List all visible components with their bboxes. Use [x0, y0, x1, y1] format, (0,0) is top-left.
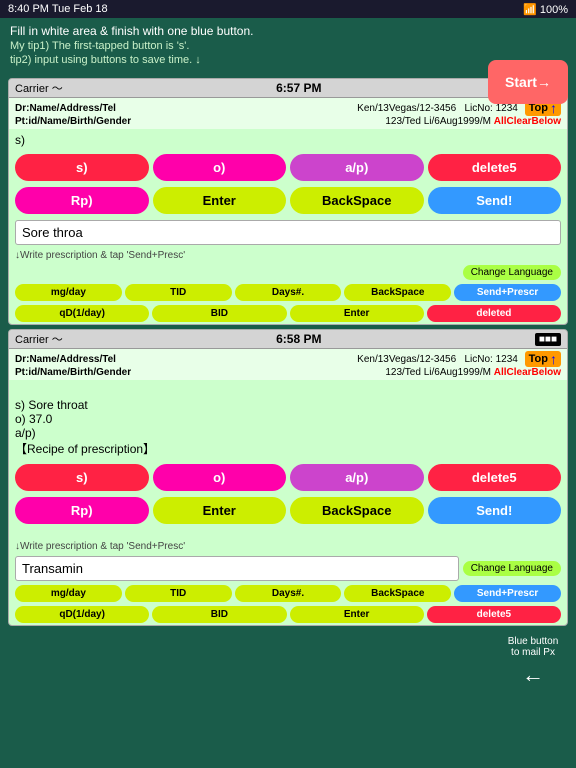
panel2-presc-label: ↓Write prescription & tap 'Send+Presc': [15, 541, 185, 552]
panel2-time: 6:58 PM: [276, 332, 321, 346]
panel2-enter-button[interactable]: Enter: [153, 497, 287, 524]
panel1-lic-label: LicNo:: [464, 103, 492, 114]
panel2-lic-value: 1234: [496, 354, 518, 365]
panel1-lic-value: 1234: [496, 103, 518, 114]
panel1-content: s): [9, 129, 567, 151]
blue-btn-info: Blue buttonto mail Px ←: [498, 636, 568, 688]
panel1-enter-button[interactable]: Enter: [153, 187, 287, 214]
panel2-lic-label: LicNo:: [464, 354, 492, 365]
panel2-wifi-icon: 〜: [52, 334, 63, 346]
panel2-btn-row2: Rp) Enter BackSpace Send!: [9, 494, 567, 527]
panel1-btn-row2: Rp) Enter BackSpace Send!: [9, 184, 567, 217]
panel1-send-button[interactable]: Send!: [428, 187, 562, 214]
panel1-presc-row2: qD(1/day) BID Enter deleted: [9, 303, 567, 324]
panel1-tid-button[interactable]: TID: [125, 284, 232, 301]
panel1-s-button[interactable]: s): [15, 154, 149, 181]
panel1-header: Dr:Name/Address/Tel Ken/13Vegas/12-3456 …: [9, 98, 567, 129]
panel2-o-button[interactable]: o): [153, 464, 287, 491]
panel1-carrier: Carrier 〜: [15, 80, 63, 96]
panel2-presc-section: ↓Write prescription & tap 'Send+Presc': [9, 539, 567, 554]
panel2-btn-row1: s) o) a/p) delete5: [9, 461, 567, 494]
panel1-dr-label: Dr:Name/Address/Tel: [15, 103, 116, 114]
panel1-allclear: AllClearBelow: [494, 116, 561, 127]
panel1-delete5-button[interactable]: delete5: [428, 154, 562, 181]
panel2-header-row1: Dr:Name/Address/Tel Ken/13Vegas/12-3456 …: [15, 351, 561, 367]
panel1-deleted-button[interactable]: deleted: [427, 305, 561, 322]
panel2-spacer: [9, 527, 567, 539]
panel-1: Carrier 〜 6:57 PM ■■■ Dr:Name/Address/Te…: [8, 78, 568, 325]
panel1-header-row1: Dr:Name/Address/Tel Ken/13Vegas/12-3456 …: [15, 100, 561, 116]
panel1-rp-button[interactable]: Rp): [15, 187, 149, 214]
panel1-presc-row1: mg/day TID Days#. BackSpace Send+Prescr: [9, 282, 567, 303]
panel2-top-arrow: ↑: [550, 351, 557, 367]
panel1-backspace-button[interactable]: BackSpace: [290, 187, 424, 214]
panel2-delete5-button[interactable]: delete5: [428, 464, 562, 491]
panel1-presc-section: ↓Write prescription & tap 'Send+Presc': [9, 248, 567, 263]
panel1-send-presc-button[interactable]: Send+Prescr: [454, 284, 561, 301]
panel2-rp-button[interactable]: Rp): [15, 497, 149, 524]
panel2-status-bar: Carrier 〜 6:58 PM ■■■: [9, 330, 567, 349]
panel2-dr-label: Dr:Name/Address/Tel: [15, 354, 116, 365]
panel2-send-button[interactable]: Send!: [428, 497, 562, 524]
panel1-daysh-button[interactable]: Days#.: [235, 284, 342, 301]
panel1-btn-row1: s) o) a/p) delete5: [9, 151, 567, 184]
panel2-qd-button[interactable]: qD(1/day): [15, 606, 149, 623]
panel2-ap-button[interactable]: a/p): [290, 464, 424, 491]
panel1-qd-button[interactable]: qD(1/day): [15, 305, 149, 322]
panel2-presc-row1: mg/day TID Days#. BackSpace Send+Prescr: [9, 583, 567, 604]
panel-2: Carrier 〜 6:58 PM ■■■ Dr:Name/Address/Te…: [8, 329, 568, 626]
panel2-send-presc-button[interactable]: Send+Prescr: [454, 585, 561, 602]
panel2-text-input[interactable]: [15, 556, 459, 581]
panel1-o-button[interactable]: o): [153, 154, 287, 181]
panel2-backspace-button[interactable]: BackSpace: [290, 497, 424, 524]
panel1-presc-backspace-button[interactable]: BackSpace: [344, 284, 451, 301]
panel2-pt-value: 123/Ted Li/6Aug1999/M AllClearBelow: [385, 367, 561, 378]
status-bar: 8:40 PM Tue Feb 18 📶 100%: [0, 0, 576, 18]
panel1-pt-label: Pt:id/Name/Birth/Gender: [15, 116, 131, 127]
panel2-header-row2: Pt:id/Name/Birth/Gender 123/Ted Li/6Aug1…: [15, 367, 561, 378]
panel2-s-button[interactable]: s): [15, 464, 149, 491]
instruction-line2: My tip1) The first-tapped button is 's'.: [10, 40, 566, 52]
instruction-line3: tip2) input using buttons to save time. …: [10, 54, 566, 66]
panel2-carrier: Carrier 〜: [15, 331, 63, 347]
instruction-line1: Fill in white area & finish with one blu…: [10, 24, 566, 38]
panel1-text-input[interactable]: [15, 220, 561, 245]
panel2-content: s) Sore throat o) 37.0 a/p) 【Recipe of p…: [9, 380, 567, 461]
panel2-tid-button[interactable]: TID: [125, 585, 232, 602]
panel1-header-row2: Pt:id/Name/Birth/Gender 123/Ted Li/6Aug1…: [15, 116, 561, 127]
back-arrow-icon: ←: [498, 662, 568, 688]
panel2-battery: ■■■: [535, 333, 561, 346]
panel1-pt-value: 123/Ted Li/6Aug1999/M AllClearBelow: [385, 116, 561, 127]
panel2-pt-label: Pt:id/Name/Birth/Gender: [15, 367, 131, 378]
panel2-daysh-button[interactable]: Days#.: [235, 585, 342, 602]
panel2-enter2-button[interactable]: Enter: [290, 606, 424, 623]
panel2-allclear: AllClearBelow: [494, 367, 561, 378]
status-signal: 📶 100%: [523, 3, 568, 16]
panel2-dr-value: Ken/13Vegas/12-3456 LicNo: 1234 Top ↑: [357, 351, 561, 367]
panel1-bid-button[interactable]: BID: [152, 305, 286, 322]
panel2-top-badge: Top ↑: [525, 351, 561, 367]
panel2-input-row: Change Language: [9, 554, 567, 583]
status-time: 8:40 PM Tue Feb 18: [8, 3, 108, 15]
panel2-header: Dr:Name/Address/Tel Ken/13Vegas/12-3456 …: [9, 349, 567, 380]
panel2-change-lang-button[interactable]: Change Language: [463, 561, 561, 576]
panel2-deleted-button[interactable]: delete5: [427, 606, 561, 623]
panel2-bid-button[interactable]: BID: [152, 606, 286, 623]
panel1-mgday-button[interactable]: mg/day: [15, 284, 122, 301]
panel2-presc-row2: qD(1/day) BID Enter delete5: [9, 604, 567, 625]
panel2-mgday-button[interactable]: mg/day: [15, 585, 122, 602]
blue-btn-label: Blue buttonto mail Px: [508, 636, 559, 658]
panel1-wifi-icon: 〜: [52, 83, 63, 95]
panel1-change-lang-button[interactable]: Change Language: [463, 265, 561, 280]
panel1-status-bar: Carrier 〜 6:57 PM ■■■: [9, 79, 567, 98]
panel2-presc-backspace-button[interactable]: BackSpace: [344, 585, 451, 602]
panel1-enter2-button[interactable]: Enter: [290, 305, 424, 322]
panel1-presc-label: ↓Write prescription & tap 'Send+Presc': [15, 250, 185, 261]
panel1-ap-button[interactable]: a/p): [290, 154, 424, 181]
panel1-change-lang-row: Change Language: [9, 263, 567, 282]
start-button[interactable]: Start→: [488, 60, 568, 104]
panel1-time: 6:57 PM: [276, 81, 321, 95]
